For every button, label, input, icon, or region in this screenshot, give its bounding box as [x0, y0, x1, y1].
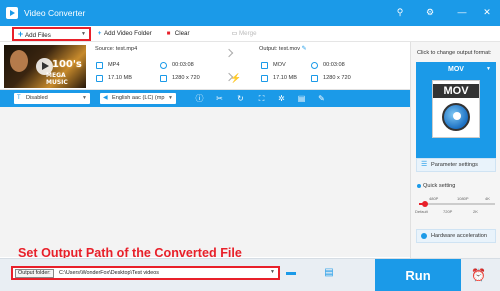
audio-track-select[interactable]: ◀ English aac (LC) (mp ▼ — [100, 93, 176, 104]
output-resolution: 1280 x 720 — [323, 75, 351, 81]
quality-label-2k: 2K — [473, 209, 478, 214]
parameter-settings-label: Parameter settings — [431, 162, 478, 168]
open-output-icon[interactable]: ▤ — [323, 267, 335, 278]
video-thumbnail[interactable]: 100's MEGA MUSIC — [4, 45, 86, 88]
output-format-selector[interactable]: MOV ▼ MOV — [416, 62, 496, 162]
quicktime-icon: MOV — [432, 80, 480, 138]
size-icon — [261, 75, 268, 82]
clock-icon — [311, 62, 318, 69]
audio-icon: ◀ — [103, 95, 108, 101]
toggle-icon[interactable] — [421, 233, 427, 239]
add-video-folder-button[interactable]: + Add Video Folder — [95, 28, 152, 40]
output-label: Output: test.mov ✎ — [259, 46, 307, 53]
file-list-area[interactable] — [0, 107, 410, 257]
resolution-icon — [311, 75, 318, 82]
add-video-folder-label: Add Video Folder — [104, 30, 152, 37]
scissors-icon[interactable]: ✂ — [214, 93, 225, 104]
settings-icon[interactable]: ⚙ — [424, 6, 436, 18]
source-size: 17.10 MB — [108, 75, 132, 81]
source-format: MP4 — [108, 62, 120, 68]
thumbnail-face — [10, 50, 28, 72]
output-format: MOV — [273, 62, 286, 68]
format-icon-text: MOV — [433, 84, 479, 98]
source-duration: 00:03:08 — [172, 62, 194, 68]
resolution-icon — [160, 75, 167, 82]
gpu-acceleration-icon: ⚡ — [230, 73, 242, 83]
bottom-bar: Output folder: C:\Users\WonderFox\Deskto… — [0, 258, 500, 291]
quality-slider-handle[interactable] — [422, 201, 429, 207]
parameter-settings-button[interactable]: ☰ Parameter settings — [416, 158, 496, 172]
edit-pen-icon[interactable]: ✎ — [316, 93, 327, 104]
info-icon[interactable]: ⓘ — [194, 93, 205, 104]
chevron-down-icon: ▼ — [82, 95, 87, 101]
run-button[interactable]: Run — [375, 259, 461, 291]
chevron-down-icon[interactable]: ▼ — [270, 269, 275, 275]
subtitle-select[interactable]: T Disabled ▼ — [14, 93, 90, 104]
app-logo-icon — [6, 7, 18, 19]
sliders-icon: ☰ — [421, 161, 428, 168]
audio-value: English aac (LC) (mp — [112, 95, 165, 101]
app-title: Video Converter — [24, 8, 86, 18]
chevron-right-icon — [224, 48, 234, 58]
output-size: 17.10 MB — [273, 75, 297, 81]
thumbnail-title: 100's — [52, 59, 82, 70]
output-folder-label: Output folder: — [15, 269, 54, 278]
minimize-button[interactable]: — — [456, 6, 468, 18]
crop-icon[interactable]: ⛶ — [256, 93, 267, 104]
plus-icon: + — [97, 30, 102, 37]
size-icon — [96, 75, 103, 82]
source-resolution: 1280 x 720 — [172, 75, 200, 81]
quality-label-720p: 720P — [443, 209, 453, 214]
hardware-acceleration-label: Hardware acceleration — [431, 233, 487, 239]
add-files-button[interactable]: + Add Files ▼ — [12, 27, 91, 41]
add-files-label: Add Files — [25, 32, 51, 39]
clock-icon — [160, 62, 167, 69]
quick-setting-label: Quick setting — [416, 183, 456, 189]
format-name: MOV — [448, 66, 464, 73]
edit-icon[interactable]: ✎ — [302, 46, 307, 52]
thumbnail-subtitle: MEGA MUSIC — [46, 72, 68, 86]
output-label-text: Output: test.mov — [259, 46, 301, 52]
quality-label-4k: 4K — [485, 196, 490, 201]
quicktime-logo-icon — [442, 103, 470, 131]
quality-label-1080p: 1080P — [457, 196, 469, 201]
subtitle-icon: T — [17, 95, 21, 101]
hardware-acceleration-toggle[interactable]: Hardware acceleration — [416, 229, 496, 243]
change-format-label: Click to change output format: — [417, 50, 492, 56]
merge-label: Merge — [239, 30, 257, 37]
folder-icon[interactable]: ▬ — [285, 267, 297, 278]
trash-icon: ■ — [166, 30, 171, 37]
merge-icon: ▭ — [231, 30, 238, 37]
close-button[interactable]: ✕ — [481, 6, 493, 18]
quality-label-480p: 480P — [429, 196, 439, 201]
format-icon — [96, 62, 103, 69]
chevron-down-icon[interactable]: ▼ — [486, 66, 491, 72]
effects-icon[interactable]: ✲ — [276, 93, 287, 104]
rotate-icon[interactable]: ↻ — [235, 93, 246, 104]
format-icon — [261, 62, 268, 69]
quality-label-default: Default — [415, 209, 428, 214]
key-icon[interactable]: ⚲ — [394, 6, 406, 18]
output-format-panel: Click to change output format: MOV ▼ MOV… — [410, 42, 500, 258]
clear-label: Clear — [174, 30, 190, 37]
watermark-icon[interactable]: ▤ — [296, 93, 307, 104]
merge-button[interactable]: ▭ Merge — [230, 28, 257, 40]
file-row[interactable]: 100's MEGA MUSIC Source: test.mp4 MP4 00… — [0, 42, 410, 90]
output-duration: 00:03:08 — [323, 62, 345, 68]
chevron-down-icon[interactable]: ▼ — [81, 29, 86, 39]
subtitle-value: Disabled — [26, 95, 48, 101]
edit-bar: T Disabled ▼ ◀ English aac (LC) (mp ▼ ⓘ … — [0, 90, 410, 107]
output-folder-path[interactable]: C:\Users\WonderFox\Desktop\Test videos — [59, 270, 159, 277]
plus-icon: + — [17, 29, 24, 39]
toolbar: + Add Files ▼ + Add Video Folder ■ Clear ▭… — [0, 26, 500, 42]
title-bar: Video Converter ⚲ ⚙ — ✕ — [0, 0, 500, 26]
quality-slider[interactable] — [419, 201, 495, 207]
source-label: Source: test.mp4 — [95, 46, 138, 52]
alarm-clock-icon[interactable]: ⏰ — [471, 268, 486, 282]
chevron-down-icon: ▼ — [168, 95, 173, 101]
output-folder-field[interactable]: Output folder: C:\Users\WonderFox\Deskto… — [11, 266, 280, 280]
clear-button[interactable]: ■ Clear — [164, 28, 190, 40]
